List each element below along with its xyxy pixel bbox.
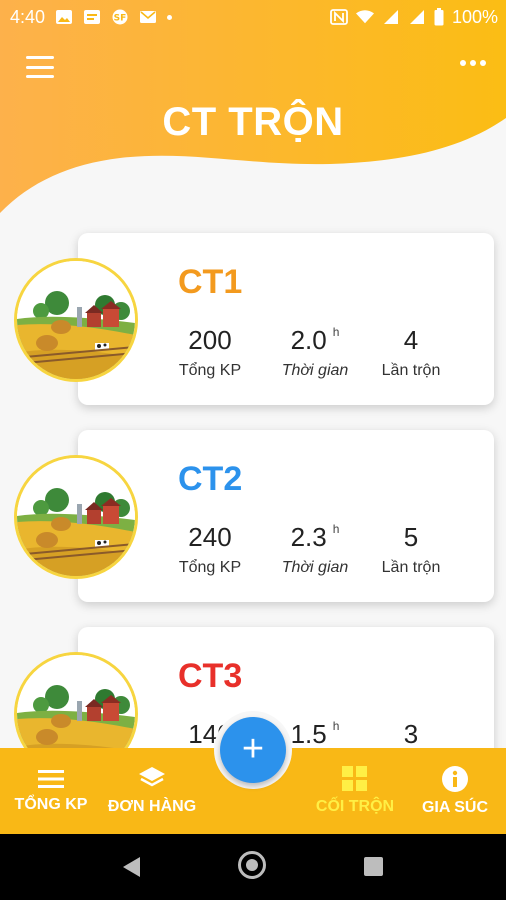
formula-card[interactable]: CT1 200 Tổng KP 2.0 h Thời gian 4 Lần trộ… <box>78 233 494 405</box>
image-icon <box>56 10 73 24</box>
sf-icon: SF <box>112 9 128 25</box>
mail-icon <box>140 11 157 23</box>
add-button[interactable]: + <box>220 717 286 783</box>
formula-card[interactable]: CT2 240 Tổng KP 2.3 h Thời gian 5 Lần trộ… <box>78 430 494 602</box>
farm-avatar <box>14 455 138 579</box>
home-icon[interactable] <box>238 851 266 879</box>
nav-item-don-hang[interactable]: ĐƠN HÀNG <box>100 748 204 834</box>
card-title: CT1 <box>178 263 243 301</box>
layers-icon <box>139 767 165 787</box>
card-title: CT2 <box>178 460 243 498</box>
list-icon <box>38 770 64 788</box>
svg-text:SF: SF <box>114 14 127 24</box>
wifi-icon <box>355 10 374 24</box>
stat-total-kp: 200 Tổng KP <box>178 325 242 379</box>
recent-apps-icon[interactable] <box>364 857 383 876</box>
card-title: CT3 <box>178 657 243 695</box>
system-navigation-bar <box>0 834 506 900</box>
stat-total-kp: 240 Tổng KP <box>178 522 242 576</box>
battery-icon <box>434 8 444 26</box>
more-dots-icon[interactable] <box>460 58 486 68</box>
status-time: 4:40 <box>10 6 46 27</box>
nfc-icon <box>330 9 348 25</box>
status-bar: 4:40 SF 100% <box>0 0 506 34</box>
hamburger-menu-icon[interactable] <box>26 56 54 78</box>
farm-avatar <box>14 258 138 382</box>
stat-time: 2.0 h Thời gian <box>281 325 349 379</box>
nav-item-tong-kp[interactable]: TỔNG KP <box>0 748 102 834</box>
page-title: CT TRỘN <box>162 100 344 144</box>
back-icon[interactable] <box>120 855 142 879</box>
stat-mix-count: 5 Lần trộn <box>381 522 441 576</box>
nav-item-coi-tron[interactable]: CỐI TRỘN <box>304 748 406 834</box>
signal-icon <box>383 10 398 24</box>
message-icon <box>84 10 101 24</box>
stat-time: 2.3 h Thời gian <box>281 522 349 576</box>
dot-icon <box>167 14 173 20</box>
stat-mix-count: 4 Lần trộn <box>381 325 441 379</box>
grid-icon <box>342 766 367 791</box>
battery-level: 100% <box>451 6 498 27</box>
nav-item-gia-suc[interactable]: GIA SÚC <box>404 748 506 834</box>
stat-mix-count: 3 <box>403 719 419 749</box>
signal-icon <box>409 10 424 24</box>
info-icon <box>442 766 468 792</box>
fab-container: + <box>214 711 292 789</box>
